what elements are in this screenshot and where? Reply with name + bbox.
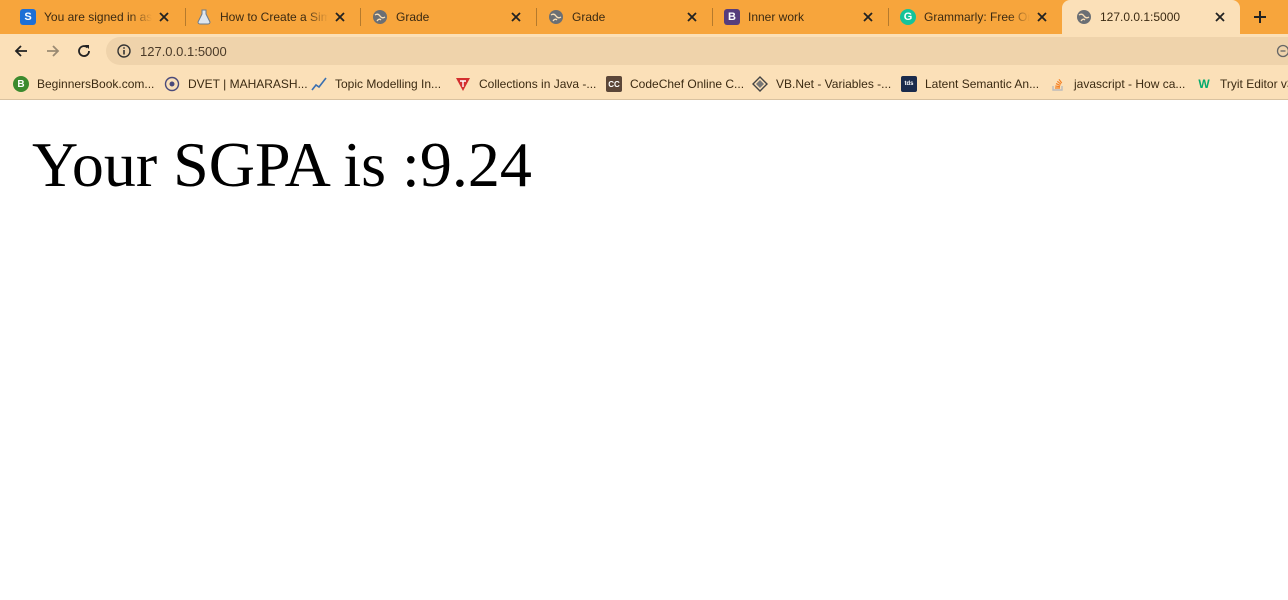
tab-localhost-active[interactable]: 127.0.0.1:5000	[1062, 0, 1240, 34]
tab-signed-in[interactable]: S You are signed in as B	[6, 2, 184, 32]
bookmark-javascript[interactable]: javascript - How ca...	[1050, 74, 1185, 94]
bookmark-label: Latent Semantic An...	[925, 77, 1040, 91]
tab-title: 127.0.0.1:5000	[1100, 10, 1181, 24]
url-text: 127.0.0.1:5000	[140, 43, 227, 59]
flask-icon	[196, 9, 212, 25]
diamond-icon	[752, 76, 768, 92]
tutorial-icon	[455, 76, 471, 92]
reload-icon	[78, 45, 90, 57]
tab-strip: S You are signed in as B How to Create a…	[0, 0, 1288, 34]
page-content: Your SGPA is :9.24	[0, 101, 1288, 600]
tds-icon: tds	[901, 76, 917, 92]
bookmark-vbnet[interactable]: VB.Net - Variables -...	[752, 74, 891, 94]
bookmark-label: VB.Net - Variables -...	[776, 77, 892, 91]
tab-inner-work[interactable]: B Inner work	[710, 2, 888, 32]
chart-line-icon	[311, 76, 327, 92]
w3schools-icon: W	[1198, 77, 1210, 91]
tab-title: Grammarly: Free Onlin	[924, 10, 1030, 24]
sgpa-result-heading: Your SGPA is :9.24	[32, 129, 532, 200]
bookmarks-bar: B BeginnersBook.com... DVET | MAHARASH..…	[0, 68, 1288, 100]
codechef-icon: CC	[606, 76, 622, 92]
s-logo-icon: S	[20, 9, 36, 25]
bookmark-tryit-editor[interactable]: W Tryit Editor v3	[1196, 74, 1288, 94]
close-icon[interactable]	[1212, 9, 1228, 25]
forward-button[interactable]	[41, 39, 65, 63]
tab-how-to-create[interactable]: How to Create a Simp	[182, 2, 360, 32]
bookmark-label: Collections in Java -...	[479, 77, 597, 91]
new-tab-button[interactable]	[1248, 5, 1272, 29]
arrow-right-icon	[47, 45, 60, 57]
globe-icon	[1076, 9, 1092, 25]
bookmark-beginnersbook[interactable]: B BeginnersBook.com...	[13, 74, 154, 94]
close-icon[interactable]	[332, 9, 348, 25]
bookmark-label: javascript - How ca...	[1074, 77, 1186, 91]
bookmark-label: CodeChef Online C...	[630, 77, 745, 91]
bookmark-label: BeginnersBook.com...	[37, 77, 155, 91]
bootstrap-icon: B	[724, 9, 740, 25]
reload-button[interactable]	[72, 39, 96, 63]
close-icon[interactable]	[508, 9, 524, 25]
close-icon[interactable]	[860, 9, 876, 25]
plus-icon	[1254, 11, 1266, 23]
bookmark-codechef[interactable]: CC CodeChef Online C...	[606, 74, 744, 94]
globe-icon	[372, 9, 388, 25]
close-icon[interactable]	[1034, 9, 1050, 25]
close-icon[interactable]	[684, 9, 700, 25]
tab-grade-1[interactable]: Grade	[358, 2, 536, 32]
bookmark-label: Topic Modelling In...	[335, 77, 442, 91]
browser-toolbar: 127.0.0.1:5000	[0, 34, 1288, 68]
bookmark-topic-modelling[interactable]: Topic Modelling In...	[311, 74, 441, 94]
back-button[interactable]	[9, 39, 33, 63]
close-icon[interactable]	[156, 9, 172, 25]
grammarly-icon: G	[900, 9, 916, 25]
bookmark-dvet[interactable]: DVET | MAHARASH...	[164, 74, 308, 94]
stackoverflow-icon	[1050, 76, 1066, 92]
bookmark-label: Tryit Editor v3	[1220, 77, 1288, 91]
bookmark-latent-semantic[interactable]: tds Latent Semantic An...	[901, 74, 1039, 94]
emblem-icon	[164, 76, 180, 92]
tab-grammarly[interactable]: G Grammarly: Free Onlin	[886, 2, 1062, 32]
tab-title: Grade	[572, 10, 606, 24]
arrow-left-icon	[14, 45, 27, 57]
bookmark-collections-java[interactable]: Collections in Java -...	[455, 74, 596, 94]
tab-title: Inner work	[748, 10, 805, 24]
address-bar[interactable]: 127.0.0.1:5000	[106, 37, 1288, 65]
tab-title: How to Create a Simp	[220, 10, 328, 24]
zoom-icon[interactable]	[1276, 44, 1288, 58]
bookmark-label: DVET | MAHARASH...	[188, 77, 308, 91]
globe-icon	[548, 9, 564, 25]
beginnersbook-icon: B	[13, 76, 29, 92]
tab-title: Grade	[396, 10, 430, 24]
tab-title: You are signed in as B	[44, 10, 152, 24]
info-icon[interactable]	[116, 43, 132, 59]
tab-grade-2[interactable]: Grade	[534, 2, 712, 32]
